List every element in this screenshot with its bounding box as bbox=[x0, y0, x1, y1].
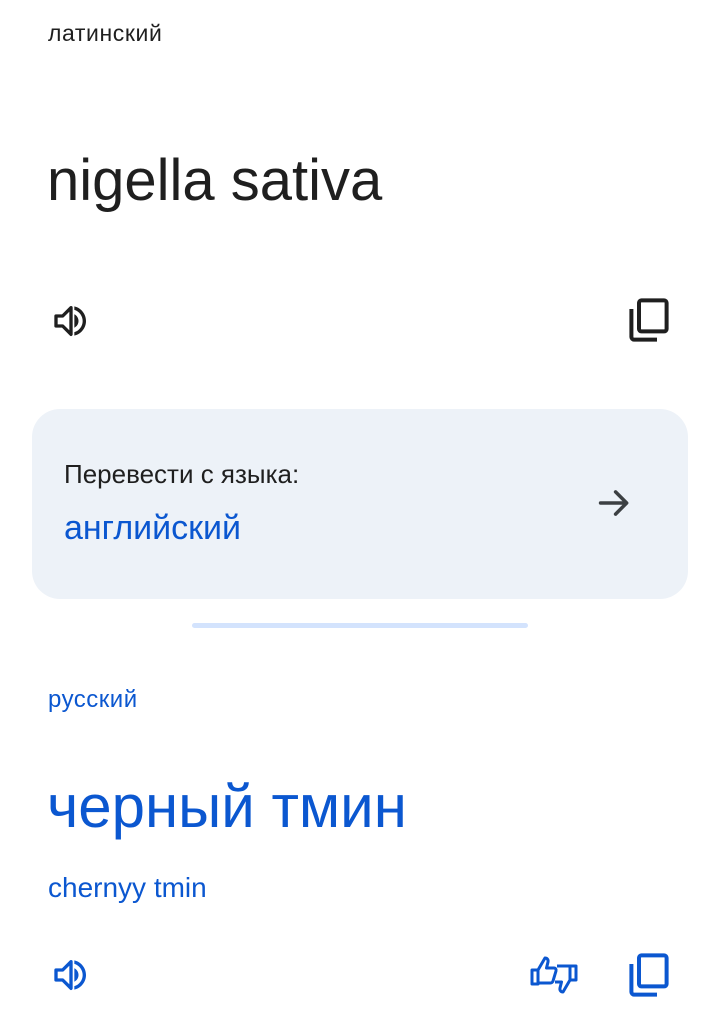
translate-from-arrow-button[interactable] bbox=[594, 483, 634, 523]
translate-from-prompt: Перевести с языка: bbox=[64, 459, 300, 489]
transliteration: chernyy tmin bbox=[48, 872, 207, 903]
translate-from-card[interactable]: Перевести с языка: английский bbox=[32, 409, 688, 599]
copy-icon bbox=[629, 298, 669, 342]
section-divider bbox=[192, 623, 528, 628]
target-listen-button[interactable] bbox=[46, 950, 96, 1000]
source-copy-button[interactable] bbox=[624, 295, 674, 345]
copy-icon bbox=[629, 953, 669, 997]
speaker-icon bbox=[54, 306, 86, 336]
arrow-right-icon bbox=[598, 490, 629, 516]
speaker-icon bbox=[54, 960, 86, 990]
translated-text[interactable]: черный тмин bbox=[47, 770, 407, 844]
source-language-label: латинский bbox=[48, 20, 163, 46]
detected-language: английский bbox=[64, 509, 242, 547]
feedback-button[interactable] bbox=[526, 948, 582, 1002]
thumbs-up-down-icon bbox=[530, 956, 578, 994]
target-language-label: русский bbox=[48, 686, 138, 713]
source-text[interactable]: nigella sativa bbox=[47, 146, 382, 216]
target-copy-button[interactable] bbox=[624, 950, 674, 1000]
source-listen-button[interactable] bbox=[46, 296, 96, 346]
